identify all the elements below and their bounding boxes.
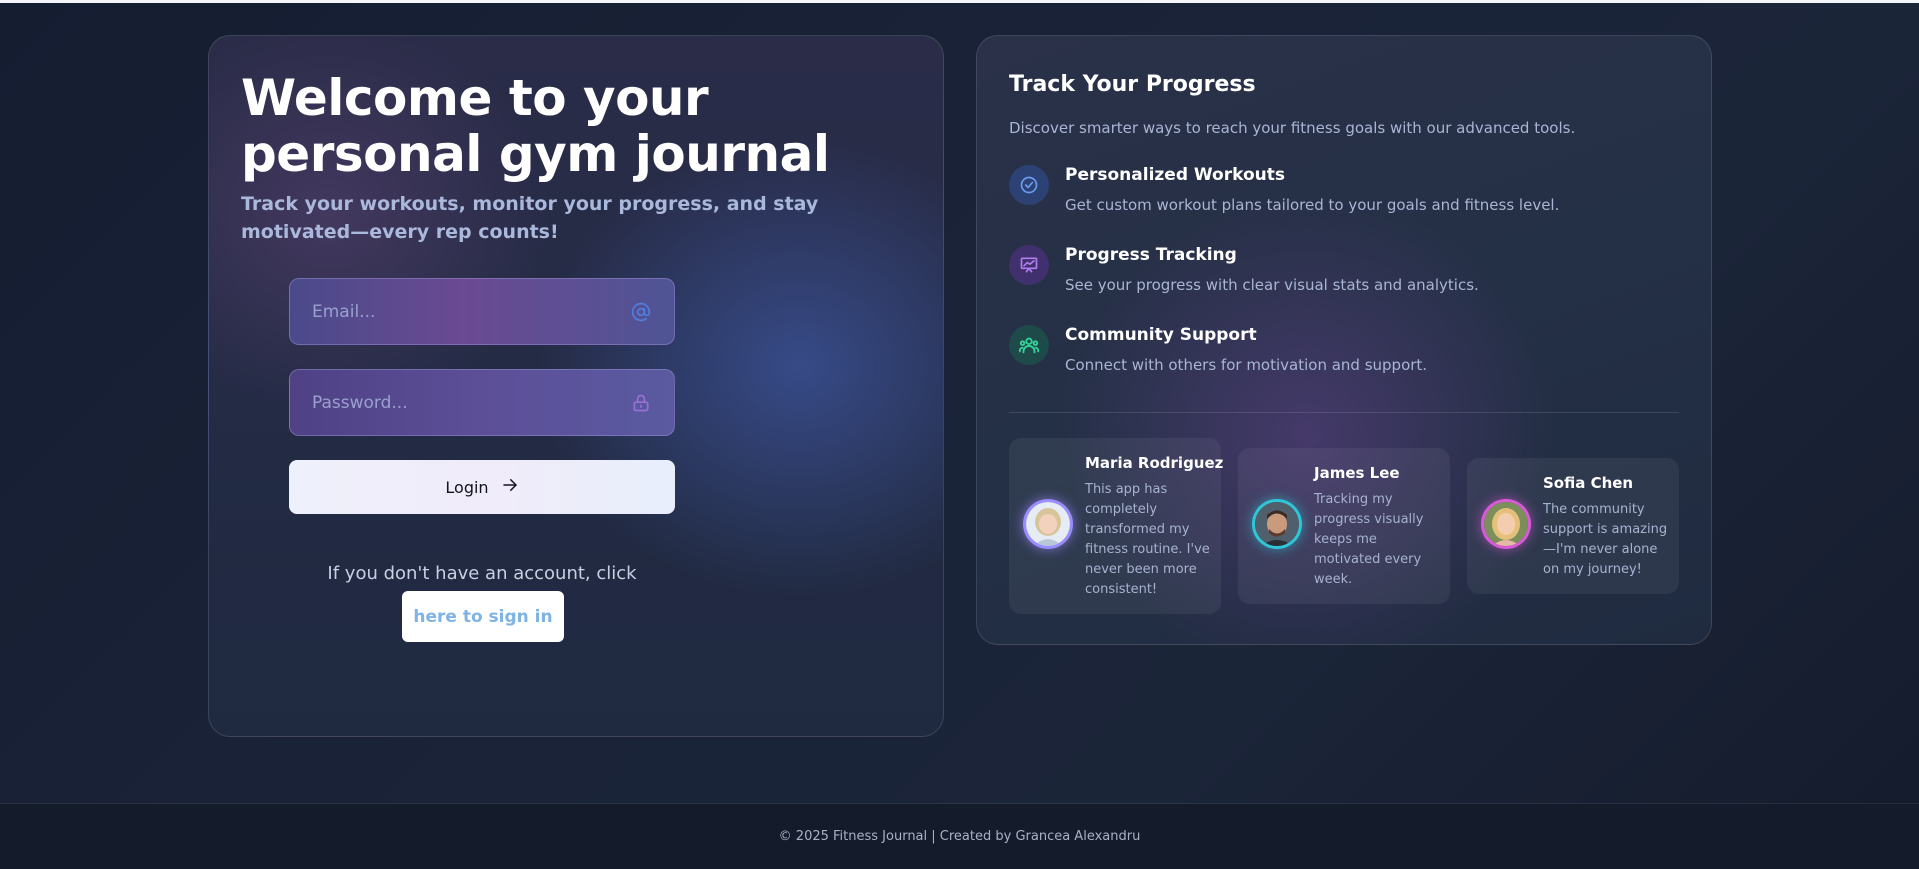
testimonial-card: Maria Rodriguez This app has completely … xyxy=(1009,438,1224,614)
top-border xyxy=(0,0,1919,3)
feature-community-support: Community Support Connect with others fo… xyxy=(1009,325,1689,385)
signup-prompt: If you don't have an account, click xyxy=(327,563,637,584)
testimonial-name: Maria Rodriguez xyxy=(1085,454,1224,472)
avatar xyxy=(1026,502,1070,546)
feature-description: Get custom workout plans tailored to you… xyxy=(1065,196,1560,214)
testimonial-text: The community support is amazing—I'm nev… xyxy=(1543,502,1668,577)
email-input[interactable] xyxy=(312,301,612,322)
users-icon xyxy=(1009,325,1049,365)
feature-progress-tracking: Progress Tracking See your progress with… xyxy=(1009,245,1689,305)
testimonial-name: James Lee xyxy=(1314,464,1400,482)
chart-board-icon xyxy=(1009,245,1049,285)
feature-description: Connect with others for motivation and s… xyxy=(1065,356,1428,374)
check-circle-icon xyxy=(1009,165,1049,205)
feature-title: Progress Tracking xyxy=(1065,245,1237,265)
panel-title: Track Your Progress xyxy=(1009,72,1256,97)
progress-panel: Track Your Progress Discover smarter way… xyxy=(976,35,1712,645)
login-card: Welcome to your personal gym journal Tra… xyxy=(208,35,944,737)
lock-icon xyxy=(630,392,652,414)
feature-description: See your progress with clear visual stat… xyxy=(1065,276,1479,294)
arrow-right-icon xyxy=(501,476,519,498)
password-input[interactable] xyxy=(312,392,612,413)
email-field[interactable] xyxy=(289,278,675,345)
avatar xyxy=(1484,502,1528,546)
signup-link-button[interactable]: here to sign in xyxy=(402,591,564,642)
footer-text: © 2025 Fitness Journal | Created by Gran… xyxy=(778,829,1141,844)
page-subtitle: Track your workouts, monitor your progre… xyxy=(241,193,819,243)
panel-subtitle: Discover smarter ways to reach your fitn… xyxy=(1009,119,1576,137)
footer: © 2025 Fitness Journal | Created by Gran… xyxy=(0,804,1919,869)
testimonial-card: Sofia Chen The community support is amaz… xyxy=(1467,458,1679,594)
at-sign-icon xyxy=(630,301,652,323)
feature-title: Personalized Workouts xyxy=(1065,165,1285,185)
login-button[interactable]: Login xyxy=(289,460,675,514)
page-title: Welcome to your personal gym journal xyxy=(241,69,830,183)
avatar xyxy=(1255,502,1299,546)
feature-personalized-workouts: Personalized Workouts Get custom workout… xyxy=(1009,165,1689,225)
password-field[interactable] xyxy=(289,369,675,436)
testimonial-text: Tracking my progress visually keeps me m… xyxy=(1314,492,1424,587)
login-button-label: Login xyxy=(445,477,489,497)
divider xyxy=(1009,412,1679,413)
testimonial-name: Sofia Chen xyxy=(1543,474,1634,492)
testimonial-card: James Lee Tracking my progress visually … xyxy=(1238,448,1450,604)
feature-title: Community Support xyxy=(1065,325,1257,345)
testimonial-text: This app has completely transformed my f… xyxy=(1085,482,1210,597)
